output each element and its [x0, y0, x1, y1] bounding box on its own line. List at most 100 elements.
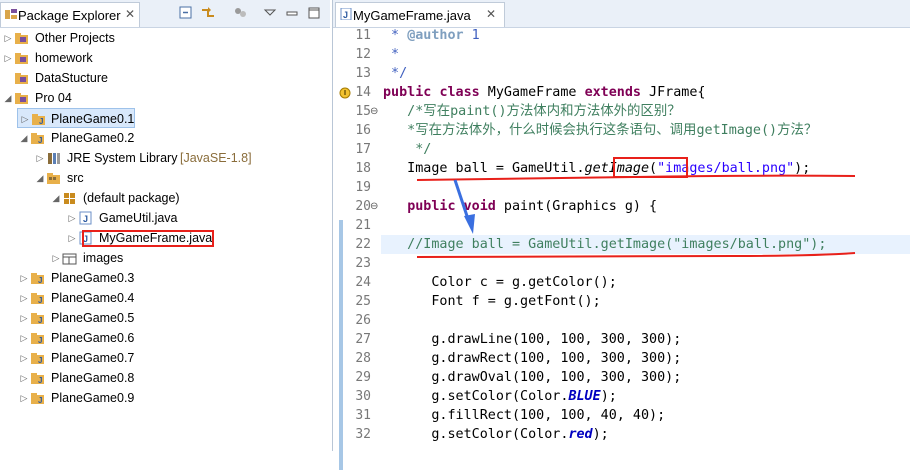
close-icon[interactable]: ✕ — [486, 7, 496, 21]
link-with-editor-icon[interactable] — [200, 5, 216, 21]
code-line-13[interactable]: */ — [383, 64, 407, 83]
collapse-toggle-icon[interactable]: ◢ — [3, 88, 13, 108]
line-number: 19 — [355, 180, 371, 195]
tree-item-datastucture[interactable]: DataStucture — [0, 68, 330, 88]
package-explorer-tab[interactable]: Package Explorer ✕ — [0, 2, 140, 27]
code-line-15[interactable]: /*写在paint()方法体内和方法体外的区别？ — [383, 102, 680, 121]
expand-toggle-icon[interactable]: ▷ — [19, 308, 29, 328]
tree-label: PlaneGame0.6 — [51, 331, 135, 345]
collapse-toggle-icon[interactable]: ◢ — [51, 188, 61, 208]
tree-label: Other Projects — [35, 31, 115, 45]
code-line-32[interactable]: g.setColor(Color.red); — [383, 425, 608, 444]
line-number: 23 — [355, 256, 371, 271]
line-number: 16 — [355, 123, 371, 138]
java-project-icon: J — [31, 353, 44, 365]
code-line-18[interactable]: Image ball = GameUtil.getImage("images/b… — [383, 159, 810, 178]
tree-item-planegame06[interactable]: ▷ J PlaneGame0.6 — [0, 328, 330, 348]
code-line-30[interactable]: g.setColor(Color.BLUE); — [383, 387, 616, 406]
working-set-icon — [15, 93, 28, 104]
getimage-highlight-box — [613, 157, 688, 178]
collapse-all-icon[interactable] — [178, 5, 194, 21]
tree-label: PlaneGame0.5 — [51, 311, 135, 325]
svg-text:J: J — [39, 117, 43, 126]
project-folder-icon — [15, 73, 28, 84]
tree-item-planegame08[interactable]: ▷ J PlaneGame0.8 — [0, 368, 330, 388]
expand-toggle-icon[interactable]: ▷ — [19, 388, 29, 408]
line-number: 25 — [355, 294, 371, 309]
java-project-icon: J — [31, 273, 44, 285]
tree-item-planegame04[interactable]: ▷ J PlaneGame0.4 — [0, 288, 330, 308]
code-line-27[interactable]: g.drawLine(100, 100, 300, 300); — [383, 330, 681, 349]
java-editor[interactable]: J MyGameFrame.java ✕ 11 12 13 14 15 16 1… — [332, 0, 910, 470]
tree-item-planegame09[interactable]: ▷ J PlaneGame0.9 — [0, 388, 330, 408]
tree-label: (default package) — [83, 191, 180, 205]
tree-item-homework[interactable]: ▷ homework — [0, 48, 330, 68]
tree-label: PlaneGame0.9 — [51, 391, 135, 405]
code-text: g.setColor(Color. — [383, 389, 569, 404]
highlight-box — [82, 230, 214, 247]
expand-toggle-icon[interactable]: ▷ — [19, 368, 29, 388]
tree-item-planegame02[interactable]: ◢ J PlaneGame0.2 — [0, 128, 330, 148]
collapse-toggle-icon[interactable]: ◢ — [35, 168, 45, 188]
tree-item-pro04[interactable]: ◢ Pro 04 — [0, 88, 330, 108]
expand-toggle-icon[interactable]: ▷ — [3, 28, 13, 48]
expand-toggle-icon[interactable]: ▷ — [19, 268, 29, 288]
svg-text:J: J — [38, 136, 42, 145]
expand-toggle-icon[interactable]: ▷ — [19, 348, 29, 368]
tree-item-default-package[interactable]: ◢ (default package) — [0, 188, 330, 208]
maximize-icon[interactable] — [306, 5, 322, 21]
expand-toggle-icon[interactable]: ▷ — [35, 148, 45, 168]
editor-tab-mygameframe[interactable]: J MyGameFrame.java ✕ — [335, 2, 505, 27]
line-number: 31 — [355, 408, 371, 423]
expand-toggle-icon[interactable]: ▷ — [20, 109, 30, 129]
focus-icon[interactable] — [232, 5, 248, 21]
tree-item-images[interactable]: ▷ images — [0, 248, 330, 268]
line-number: 13 — [355, 66, 371, 81]
svg-text:J: J — [38, 316, 42, 325]
java-project-icon: J — [31, 313, 44, 325]
svg-text:J: J — [343, 10, 348, 20]
expand-toggle-icon[interactable]: ▷ — [3, 48, 13, 68]
code-line-11[interactable]: * @author 1 — [383, 26, 480, 45]
line-number: 26 — [355, 313, 371, 328]
code-line-29[interactable]: g.drawOval(100, 100, 300, 300); — [383, 368, 681, 387]
expand-toggle-icon[interactable]: ▷ — [67, 228, 77, 248]
tree-item-src[interactable]: ◢ src — [0, 168, 330, 188]
tree-item-planegame01[interactable]: ▷ J PlaneGame0.1 — [17, 108, 135, 128]
view-menu-icon[interactable] — [262, 5, 278, 21]
expand-toggle-icon[interactable]: ▷ — [19, 288, 29, 308]
svg-text:J: J — [38, 276, 42, 285]
tree-label: src — [67, 171, 84, 185]
code-line-24[interactable]: Color c = g.getColor(); — [383, 273, 616, 292]
package-explorer-view: Package Explorer ✕ ▷ Other Projects ▷ ho… — [0, 0, 330, 451]
expand-toggle-icon[interactable]: ▷ — [51, 248, 61, 268]
tree-item-planegame07[interactable]: ▷ J PlaneGame0.7 — [0, 348, 330, 368]
tree-item-jre-system-library[interactable]: ▷ JRE System Library [JavaSE-1.8] — [0, 148, 330, 168]
minimize-icon[interactable] — [284, 5, 300, 21]
collapse-toggle-icon[interactable]: ◢ — [19, 128, 29, 148]
code-line-28[interactable]: g.drawRect(100, 100, 300, 300); — [383, 349, 681, 368]
code-line-17[interactable]: */ — [383, 140, 431, 159]
code-text: MyGameFrame — [479, 85, 585, 100]
keyword: void — [463, 199, 496, 214]
code-line-25[interactable]: Font f = g.getFont(); — [383, 292, 600, 311]
code-line-14[interactable]: public class MyGameFrame extends JFrame{ — [383, 83, 706, 102]
project-folder-icon — [15, 53, 28, 64]
code-line-31[interactable]: g.fillRect(100, 100, 40, 40); — [383, 406, 665, 425]
fold-collapse-icon[interactable]: ⊖ — [370, 197, 378, 216]
tree-label: Pro 04 — [35, 91, 72, 105]
range-indicator — [339, 220, 343, 470]
code-line-22[interactable]: //Image ball = GameUtil.getImage("images… — [383, 235, 826, 254]
expand-toggle-icon[interactable]: ▷ — [19, 328, 29, 348]
close-icon[interactable]: ✕ — [125, 7, 135, 21]
code-text: ); — [794, 161, 811, 176]
tree-item-planegame03[interactable]: ▷ J PlaneGame0.3 — [0, 268, 330, 288]
tree-item-other-projects[interactable]: ▷ Other Projects — [0, 28, 330, 48]
code-line-16[interactable]: *写在方法体外，什么时候会执行这条语句、调用getImage()方法？ — [383, 121, 817, 140]
expand-toggle-icon[interactable]: ▷ — [67, 208, 77, 228]
tree-item-planegame05[interactable]: ▷ J PlaneGame0.5 — [0, 308, 330, 328]
code-line-20[interactable]: public void paint(Graphics g) { — [383, 197, 657, 216]
tree-item-gameutil-java[interactable]: ▷ J GameUtil.java — [0, 208, 330, 228]
code-line-12[interactable]: * — [383, 45, 399, 64]
fold-collapse-icon[interactable]: ⊖ — [370, 102, 378, 121]
